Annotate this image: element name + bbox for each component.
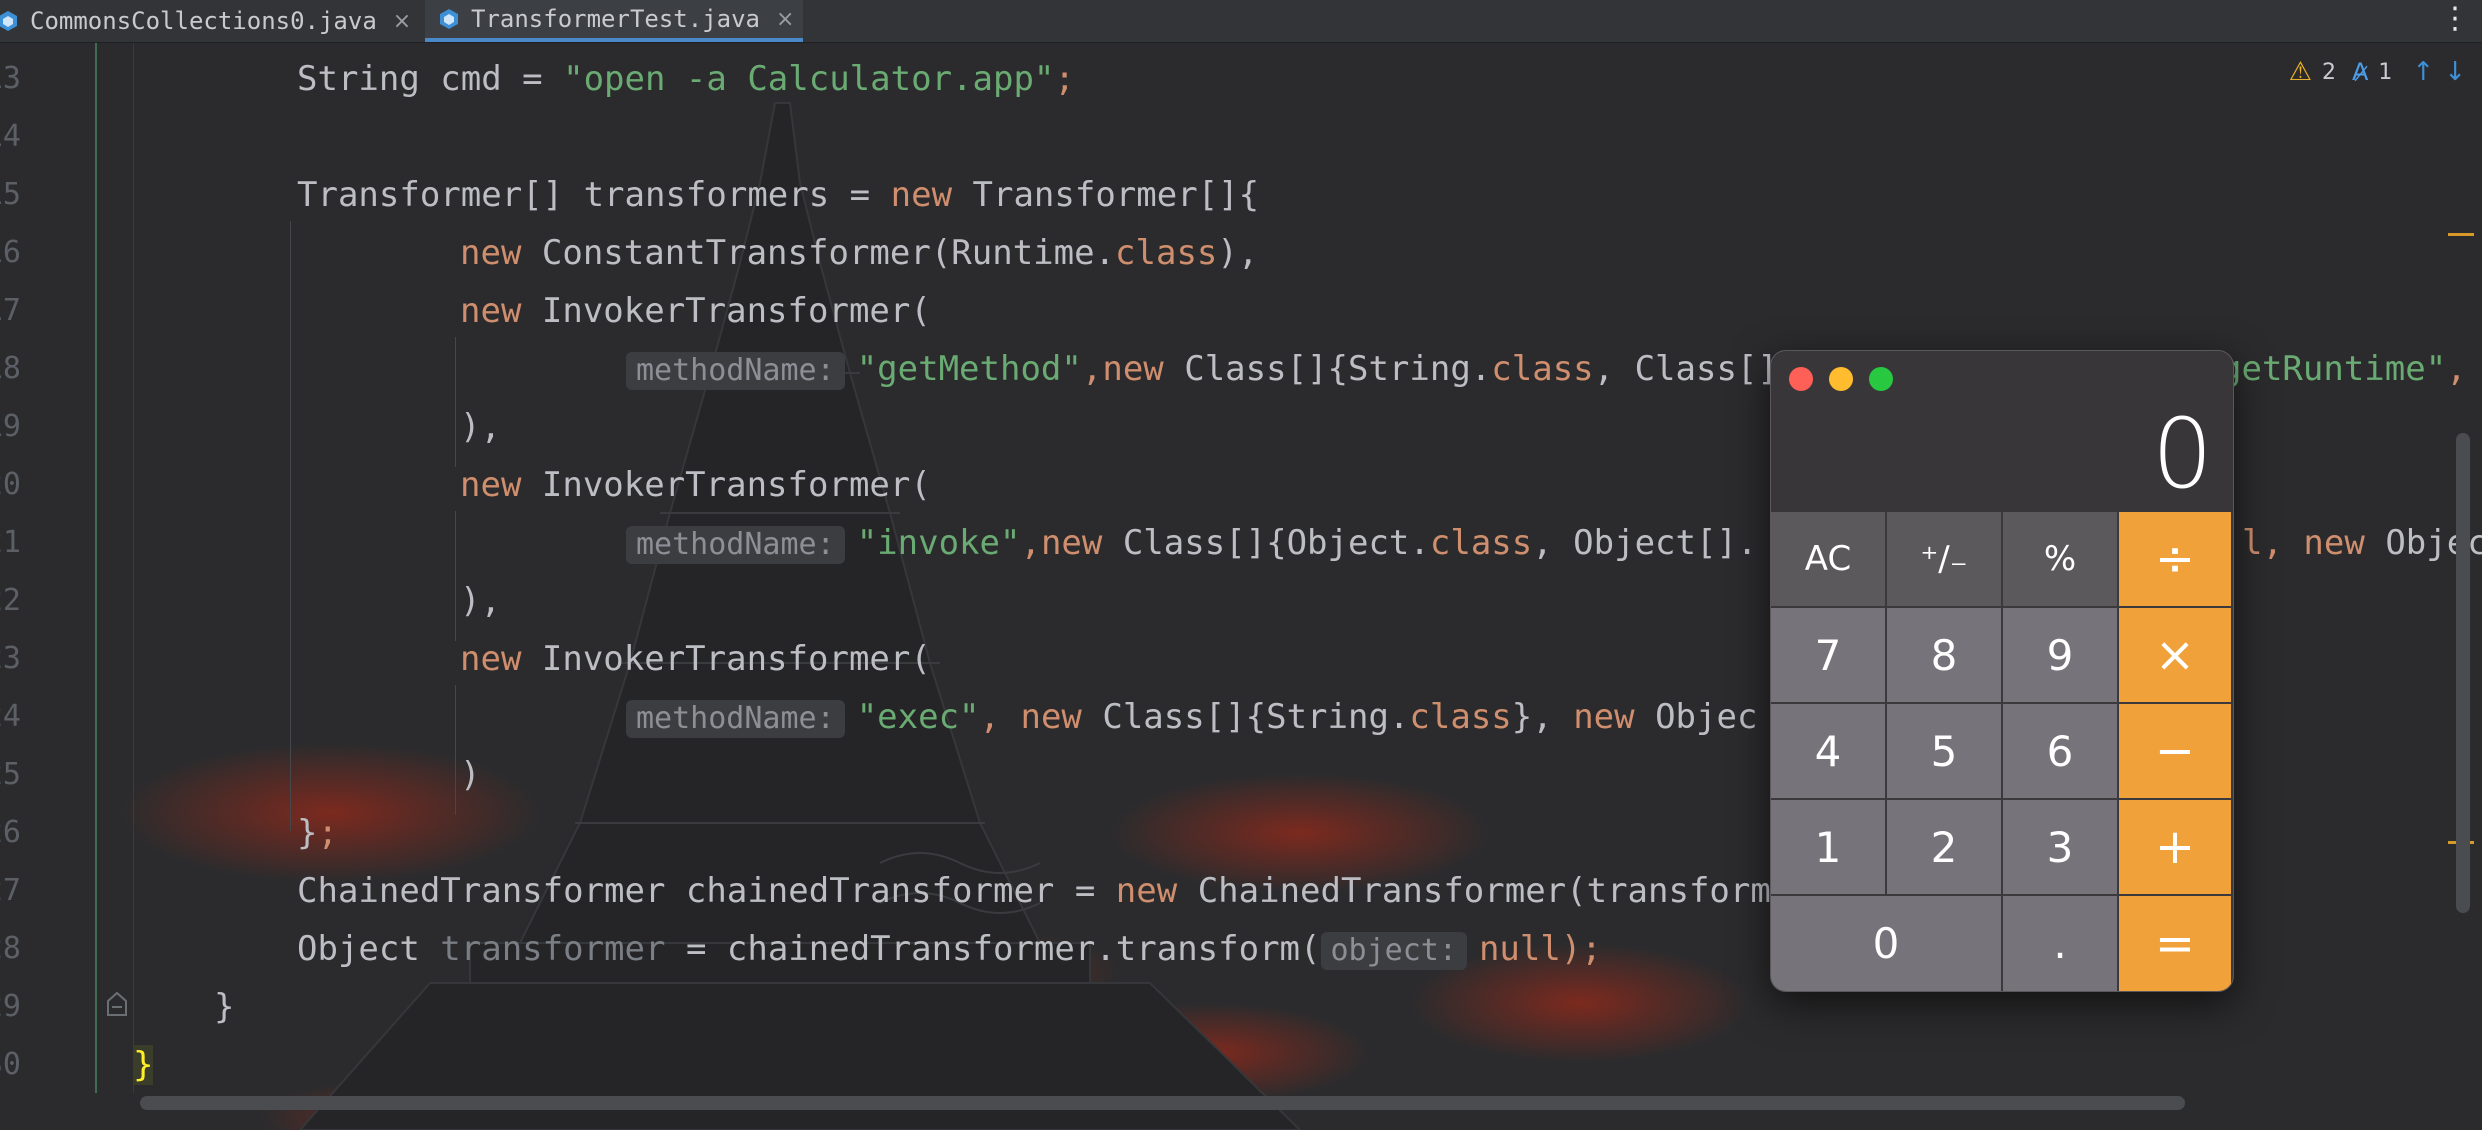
indent-guide — [290, 221, 291, 831]
previous-highlight-icon[interactable]: ↑ — [2412, 57, 2434, 87]
parameter-hint: methodName: — [626, 526, 845, 564]
close-icon[interactable]: × — [776, 7, 794, 32]
digit-0-button[interactable]: 0 — [1771, 896, 2003, 991]
fold-icon[interactable] — [106, 991, 128, 1017]
equals-button[interactable]: = — [2119, 896, 2233, 991]
tab-menu-icon[interactable]: ⋮ — [2440, 2, 2470, 36]
multiply-button[interactable]: × — [2119, 608, 2233, 704]
gutter-divider — [133, 43, 134, 1093]
code-line-18: methodName: "getMethod",new Class[]{Strin… — [626, 349, 1778, 390]
line-number: 30 — [0, 1047, 21, 1082]
digit-3-button[interactable]: 3 — [2003, 800, 2119, 896]
line-number: 19 — [0, 409, 21, 444]
calculator-window[interactable]: 0 AC ⁺∕₋ % ÷ 7 8 9 × 4 5 6 − 1 2 3 + 0 .… — [1770, 350, 2234, 992]
line-number: 16 — [0, 235, 21, 270]
line-number: 25 — [0, 757, 21, 792]
indent-guide — [455, 511, 456, 641]
vertical-scrollbar[interactable] — [2456, 433, 2470, 913]
line-number: 21 — [0, 525, 21, 560]
code-line-15: Transformer[] transformers = new Transfo… — [297, 175, 1260, 215]
line-number-gutter: 13 14 15 16 17 18 19 20 21 22 23 24 25 2… — [0, 43, 95, 1130]
gutter-change-marker — [95, 43, 97, 1093]
line-number: 22 — [0, 583, 21, 618]
tab-label: TransformerTest.java — [471, 5, 760, 33]
typo-icon: A̷ — [2351, 58, 2369, 86]
digit-8-button[interactable]: 8 — [1887, 608, 2003, 704]
digit-7-button[interactable]: 7 — [1771, 608, 1887, 704]
horizontal-scrollbar[interactable] — [140, 1096, 2185, 1110]
tab-commonscollections0[interactable]: CommonsCollections0.java × — [0, 0, 415, 42]
line-number: 28 — [0, 931, 21, 966]
zoom-window-button[interactable] — [1869, 367, 1893, 391]
sign-toggle-button[interactable]: ⁺∕₋ — [1887, 512, 2003, 608]
code-line-24: methodName: "exec", new Class[]{String.cl… — [626, 697, 1757, 738]
calculator-keypad: AC ⁺∕₋ % ÷ 7 8 9 × 4 5 6 − 1 2 3 + 0 . = — [1771, 512, 2233, 991]
code-line-17: new InvokerTransformer( — [460, 291, 931, 331]
add-button[interactable]: + — [2119, 800, 2233, 896]
line-number: 13 — [0, 61, 21, 96]
close-window-button[interactable] — [1789, 367, 1813, 391]
code-line-23: new InvokerTransformer( — [460, 639, 931, 679]
minimize-window-button[interactable] — [1829, 367, 1853, 391]
calculator-display: 0 — [2151, 398, 2213, 510]
line-number: 20 — [0, 467, 21, 502]
digit-4-button[interactable]: 4 — [1771, 704, 1887, 800]
code-line-28: Object transformer = chainedTransformer.… — [297, 929, 1602, 970]
digit-5-button[interactable]: 5 — [1887, 704, 2003, 800]
code-line-27: ChainedTransformer chainedTransformer = … — [297, 871, 1771, 911]
code-line-21: methodName: "invoke",new Class[]{Object.c… — [626, 523, 1757, 564]
line-number: 15 — [0, 177, 21, 212]
warning-icon: ⚠ — [2288, 57, 2312, 87]
parameter-hint: object: — [1320, 932, 1467, 970]
code-line-16: new ConstantTransformer(Runtime.class), — [460, 233, 1259, 273]
code-line-22: ), — [460, 581, 501, 621]
line-number: 24 — [0, 699, 21, 734]
line-number: 26 — [0, 815, 21, 850]
editor-tab-bar: CommonsCollections0.java × TransformerTe… — [0, 0, 2482, 43]
digit-1-button[interactable]: 1 — [1771, 800, 1887, 896]
code-line-25: ) — [460, 755, 481, 795]
indent-guide — [455, 337, 456, 467]
code-line-19: ), — [460, 407, 501, 447]
percent-button[interactable]: % — [2003, 512, 2119, 608]
tab-transformertest[interactable]: TransformerTest.java × — [425, 0, 803, 42]
line-number: 29 — [0, 989, 21, 1024]
code-line-29: } — [214, 987, 235, 1027]
close-icon[interactable]: × — [393, 9, 411, 34]
inspection-widget[interactable]: ⚠ 2 A̷ 1 ↑ ↓ — [2289, 57, 2466, 87]
line-number: 27 — [0, 873, 21, 908]
code-line-21-tail: l, new Objec — [2242, 523, 2482, 563]
error-stripe-marker[interactable] — [2448, 233, 2474, 236]
java-class-icon — [0, 11, 17, 31]
tab-label: CommonsCollections0.java — [30, 7, 377, 35]
code-line-18-tail: getRuntime", — [2221, 349, 2467, 389]
typo-count: 1 — [2378, 59, 2393, 85]
code-line-26: }; — [297, 813, 338, 853]
digit-6-button[interactable]: 6 — [2003, 704, 2119, 800]
digit-9-button[interactable]: 9 — [2003, 608, 2119, 704]
java-class-icon — [440, 9, 458, 29]
line-number: 17 — [0, 293, 21, 328]
all-clear-button[interactable]: AC — [1771, 512, 1887, 608]
parameter-hint: methodName: — [626, 700, 845, 738]
line-number: 18 — [0, 351, 21, 386]
line-number: 23 — [0, 641, 21, 676]
indent-guide — [455, 685, 456, 815]
subtract-button[interactable]: − — [2119, 704, 2233, 800]
digit-2-button[interactable]: 2 — [1887, 800, 2003, 896]
code-line-30: } — [133, 1045, 154, 1085]
line-number: 14 — [0, 119, 21, 154]
next-highlight-icon[interactable]: ↓ — [2444, 57, 2466, 87]
code-line-13: String cmd = "open -a Calculator.app"; — [297, 59, 1075, 99]
decimal-button[interactable]: . — [2003, 896, 2119, 991]
parameter-hint: methodName: — [626, 352, 845, 390]
divide-button[interactable]: ÷ — [2119, 512, 2233, 608]
warning-count: 2 — [2321, 59, 2336, 85]
code-line-20: new InvokerTransformer( — [460, 465, 931, 505]
matched-brace: } — [133, 1045, 154, 1085]
